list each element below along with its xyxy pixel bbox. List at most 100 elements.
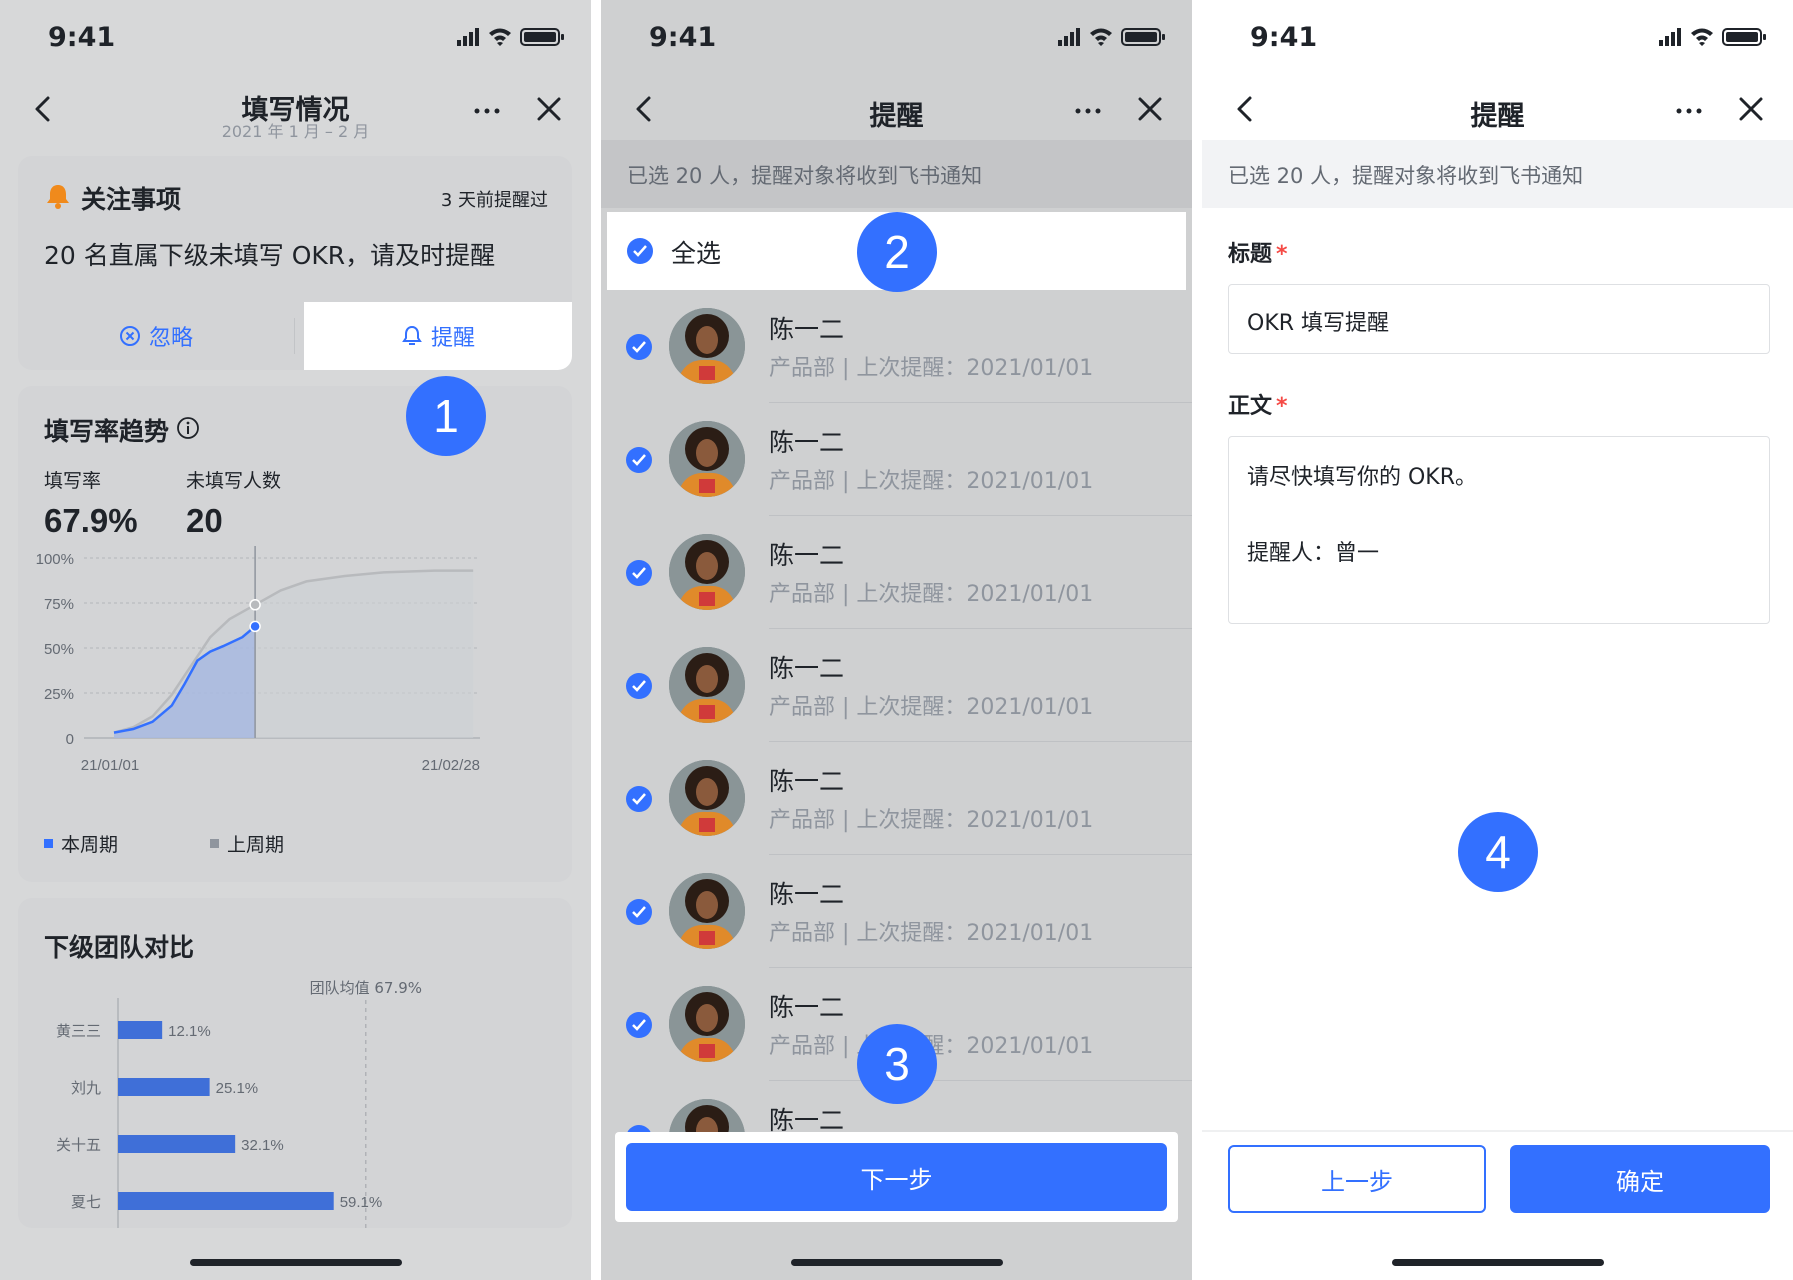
bar-value-label: 59.1% bbox=[340, 1194, 383, 1211]
previous-point bbox=[249, 599, 261, 611]
screen-select-people: 9:41 提醒 已选 20 人，提醒对象将收到飞书通知 全选 陈一二 产品部 | … bbox=[601, 0, 1192, 1280]
status-time: 9:41 bbox=[48, 22, 116, 53]
status-time: 9:41 bbox=[1250, 22, 1318, 53]
avatar-image bbox=[669, 986, 745, 1062]
title-input-value: OKR 填写提醒 bbox=[1247, 311, 1390, 336]
bar-value-label: 12.1% bbox=[168, 1023, 211, 1040]
list-item[interactable]: 陈一二 产品部 | 上次提醒：2021/01/01 bbox=[601, 742, 1192, 855]
person-name: 陈一二 bbox=[769, 654, 845, 683]
trend-title: 填写率趋势 bbox=[44, 417, 170, 446]
rate-label: 填写率 bbox=[44, 470, 102, 492]
checkbox-checked-icon[interactable] bbox=[626, 673, 652, 699]
ignore-label: 忽略 bbox=[148, 326, 193, 351]
prev-label: 上一步 bbox=[1321, 1167, 1393, 1196]
confirm-button[interactable]: 确定 bbox=[1510, 1145, 1770, 1213]
next-label: 下一步 bbox=[860, 1165, 933, 1194]
avatar bbox=[669, 873, 745, 949]
bar-value-label: 32.1% bbox=[241, 1137, 284, 1154]
checkbox-checked-icon[interactable] bbox=[626, 334, 652, 360]
status-icons bbox=[1058, 28, 1165, 46]
team-bar-chart: 团队均值 67.9% 黄三三 12.1% 刘九 25.1% 关十五 32.1% 夏七 59.1% bbox=[56, 979, 422, 1228]
footer-divider bbox=[1202, 1130, 1793, 1132]
y-tick-label: 75% bbox=[44, 596, 74, 613]
x-tick-label: 21/01/01 bbox=[81, 757, 139, 774]
checkbox-checked-icon[interactable] bbox=[626, 1125, 652, 1132]
step-badge-1: 1 bbox=[406, 376, 486, 456]
step-badge-3: 3 bbox=[857, 1024, 937, 1104]
avatar bbox=[669, 534, 745, 610]
body-label: 正文 bbox=[1228, 394, 1273, 419]
more-icon[interactable] bbox=[1670, 90, 1708, 128]
body-textarea[interactable]: 请尽快填写你的 OKR。 提醒人：曾一 bbox=[1228, 436, 1770, 624]
body-line-2: 提醒人：曾一 bbox=[1247, 541, 1380, 566]
y-tick-label: 0 bbox=[66, 731, 74, 748]
person-meta: 产品部 | 上次提醒：2021/01/01 bbox=[769, 469, 1094, 494]
avatar bbox=[669, 421, 745, 497]
category-label: 夏七 bbox=[71, 1193, 101, 1211]
confirm-label: 确定 bbox=[1616, 1167, 1664, 1196]
remind-button[interactable]: 提醒 bbox=[304, 302, 572, 370]
unfilled-value: 20 bbox=[186, 502, 223, 539]
avatar-image bbox=[669, 421, 745, 497]
bar-value-label: 25.1% bbox=[216, 1080, 259, 1097]
checkbox-checked-icon[interactable] bbox=[626, 786, 652, 812]
person-meta: 产品部 | 上次提醒：2021/01/01 bbox=[769, 356, 1094, 381]
y-tick-label: 50% bbox=[44, 641, 74, 658]
notice-title: 关注事项 bbox=[81, 185, 182, 214]
avatar-image bbox=[669, 873, 745, 949]
close-icon[interactable] bbox=[1131, 90, 1169, 128]
status-bar: 9:41 bbox=[0, 0, 591, 78]
more-icon[interactable] bbox=[1069, 90, 1107, 128]
avatar bbox=[669, 760, 745, 836]
list-item[interactable]: 陈一二 产品部 | 上次提醒：2021/01/01 bbox=[601, 855, 1192, 968]
status-time: 9:41 bbox=[649, 22, 717, 53]
bar bbox=[118, 1192, 334, 1210]
people-list: 陈一二 产品部 | 上次提醒：2021/01/01 陈一二 产品部 | 上次提醒：20… bbox=[601, 290, 1192, 1132]
person-name: 陈一二 bbox=[769, 880, 845, 909]
avatar bbox=[669, 986, 745, 1062]
category-label: 关十五 bbox=[56, 1136, 101, 1154]
legend-current-swatch bbox=[44, 839, 53, 848]
unfilled-label: 未填写人数 bbox=[186, 470, 282, 492]
checkbox-checked-icon[interactable] bbox=[626, 560, 652, 586]
divider bbox=[294, 318, 295, 354]
checkbox-checked-icon[interactable] bbox=[626, 899, 652, 925]
more-icon[interactable] bbox=[468, 90, 506, 128]
list-item[interactable]: 陈一二 产品部 | 上次提醒：2021/01/01 bbox=[601, 403, 1192, 516]
current-point bbox=[249, 620, 261, 633]
list-item[interactable]: 陈一二产品部 | 上次提醒：2021/01/01 bbox=[601, 290, 1192, 403]
screen-fill-status: 9:41 填写情况 2021 年 1 月 – 2 月 关注事项 3 天前提醒过 … bbox=[0, 0, 591, 1280]
bar bbox=[118, 1021, 163, 1039]
checkbox-checked-icon[interactable] bbox=[626, 447, 652, 473]
required-mark: * bbox=[1276, 242, 1288, 267]
status-icons bbox=[1659, 28, 1766, 46]
close-circle-icon bbox=[119, 326, 140, 346]
step-badge-2: 2 bbox=[857, 212, 937, 292]
avatar-image bbox=[669, 760, 745, 836]
checkbox-checked-icon[interactable] bbox=[626, 1012, 652, 1038]
nav-bar: 提醒 bbox=[601, 78, 1192, 140]
person-name: 陈一二 bbox=[769, 993, 845, 1022]
info-bar: 已选 20 人，提醒对象将收到飞书通知 bbox=[1202, 140, 1793, 208]
legend-previous-swatch bbox=[210, 839, 219, 848]
list-item[interactable]: 陈一二产品部 | 上次提醒：2021/01/01 bbox=[601, 629, 1192, 742]
avatar-image bbox=[669, 1099, 745, 1132]
trend-chart: 0 25% 50% 75% 100% 21/01/01 21/02/28 bbox=[36, 546, 480, 774]
person-name: 陈一二 bbox=[769, 1106, 845, 1132]
notice-card: 关注事项 3 天前提醒过 20 名直属下级未填写 OKR，请及时提醒 忽略 提醒 bbox=[18, 156, 572, 370]
list-item[interactable]: 陈一二 产品部 | 上次提醒：2021/01/01 bbox=[601, 516, 1192, 629]
next-button[interactable]: 下一步 bbox=[626, 1143, 1167, 1211]
ignore-button[interactable]: 忽略 bbox=[18, 302, 294, 370]
person-meta: 产品部 | 上次提醒：2021/01/01 bbox=[769, 695, 1094, 720]
person-name: 陈一二 bbox=[769, 315, 845, 344]
nav-bar: 提醒 bbox=[1202, 78, 1793, 140]
title-input[interactable]: OKR 填写提醒 bbox=[1228, 284, 1770, 354]
close-icon[interactable] bbox=[530, 90, 568, 128]
rate-value: 67.9% bbox=[44, 502, 138, 539]
person-meta: 产品部 | 上次提醒：2021/01/01 bbox=[769, 582, 1094, 607]
checkbox-checked-icon[interactable] bbox=[627, 238, 653, 264]
close-icon[interactable] bbox=[1732, 90, 1770, 128]
body-line-1: 请尽快填写你的 OKR。 bbox=[1247, 465, 1478, 490]
info-icon[interactable] bbox=[176, 416, 200, 440]
prev-button[interactable]: 上一步 bbox=[1228, 1145, 1486, 1213]
